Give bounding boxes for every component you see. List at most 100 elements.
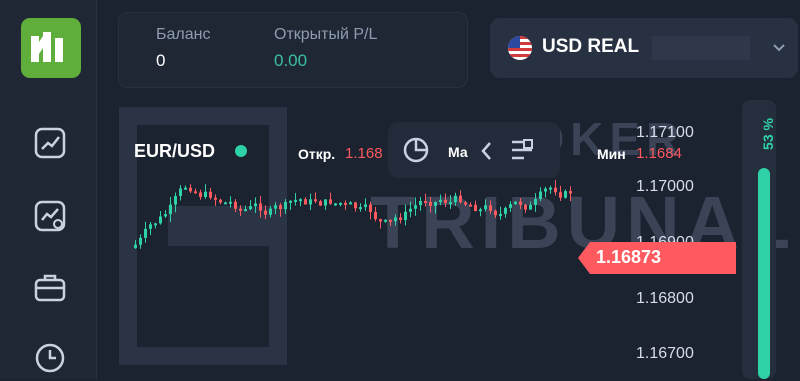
- sentiment-bar: [758, 168, 770, 379]
- min-label: Мин: [597, 146, 626, 162]
- candle-body: [379, 219, 382, 222]
- candle-body: [189, 187, 192, 192]
- candle-body: [284, 201, 287, 210]
- candle-body: [454, 195, 457, 203]
- candle-body: [269, 208, 272, 215]
- candle-body: [319, 201, 322, 206]
- candle-body: [494, 210, 497, 216]
- candle-body: [374, 211, 377, 220]
- candle-body: [464, 202, 467, 205]
- candle-body: [539, 191, 542, 199]
- candle-body: [364, 204, 367, 208]
- candle-body: [134, 244, 137, 248]
- pie-chart-icon[interactable]: [402, 136, 430, 169]
- candle-body: [389, 219, 392, 222]
- candle-body: [444, 199, 447, 204]
- candle-body: [154, 223, 157, 226]
- candle-body: [369, 204, 372, 212]
- sentiment-percent: 53 %: [759, 118, 776, 150]
- candle-body: [149, 224, 152, 229]
- candle-body: [529, 204, 532, 210]
- candle-body: [234, 201, 237, 209]
- candle-body: [564, 191, 567, 198]
- candle-body: [504, 207, 507, 214]
- candle-body: [554, 187, 557, 193]
- candle-body: [509, 204, 512, 208]
- candle-body: [309, 199, 312, 205]
- candle-body: [324, 199, 327, 206]
- candle-body: [544, 188, 547, 192]
- price-tick: 1.17100: [636, 124, 694, 141]
- live-indicator: [235, 145, 247, 157]
- candle-body: [489, 205, 492, 211]
- candle-body: [304, 199, 307, 205]
- candle-body: [394, 217, 397, 222]
- candle-body: [314, 199, 317, 202]
- open-value: 1.168: [345, 145, 383, 162]
- candle-body: [144, 228, 147, 238]
- candle-body: [569, 191, 572, 194]
- candle-body: [559, 192, 562, 198]
- candle-body: [159, 216, 162, 224]
- price-tick: 1.16800: [636, 290, 694, 307]
- price-tick: 1.17000: [636, 178, 694, 195]
- candle-body: [429, 202, 432, 206]
- candle-body: [399, 217, 402, 221]
- candle-body: [184, 187, 187, 190]
- candle-body: [469, 204, 472, 207]
- asset-pair[interactable]: EUR/USD: [134, 141, 215, 162]
- candle-body: [409, 208, 412, 212]
- candle-body: [254, 203, 257, 207]
- candle-body: [209, 191, 212, 198]
- candle-body: [194, 191, 197, 194]
- candle-body: [334, 203, 337, 206]
- candle-body: [349, 202, 352, 205]
- candle-body: [204, 191, 207, 197]
- chevron-left-icon[interactable]: [480, 140, 494, 167]
- candle-body: [289, 200, 292, 203]
- candle-body: [259, 203, 262, 211]
- candle-body: [214, 197, 217, 200]
- candle-body: [299, 199, 302, 202]
- candle-body: [384, 219, 387, 222]
- indicator-icon[interactable]: [510, 138, 536, 167]
- current-price: 1.16873: [596, 247, 662, 267]
- candle-body: [419, 200, 422, 206]
- candle-body: [264, 210, 267, 215]
- max-label: Ма: [448, 144, 468, 160]
- candle-body: [404, 211, 407, 221]
- open-label: Откр.: [298, 146, 336, 162]
- candle-body: [239, 208, 242, 211]
- candle-body: [294, 199, 297, 202]
- candle-body: [229, 201, 232, 204]
- candle-body: [139, 237, 142, 245]
- candle-body: [524, 204, 527, 210]
- candle-body: [199, 192, 202, 197]
- candle-body: [244, 209, 247, 212]
- candle-body: [439, 199, 442, 203]
- candle-body: [534, 198, 537, 205]
- candle-body: [279, 205, 282, 210]
- candle-body: [249, 206, 252, 210]
- chart-toolbar: Ма: [388, 122, 560, 178]
- candle-body: [274, 205, 277, 209]
- candle-body: [164, 214, 167, 217]
- candle-body: [484, 205, 487, 210]
- candle-body: [174, 196, 177, 205]
- current-price-tag: 1.16873: [578, 242, 736, 274]
- min-value: 1.1684: [636, 145, 682, 162]
- candle-body: [549, 187, 552, 190]
- candle-body: [414, 205, 417, 209]
- price-tick: 1.16700: [636, 345, 694, 362]
- candle-body: [519, 201, 522, 205]
- candle-body: [474, 204, 477, 212]
- candle-body: [339, 202, 342, 205]
- candle-body: [359, 207, 362, 210]
- candle-body: [179, 188, 182, 197]
- candle-body: [479, 209, 482, 212]
- candle-body: [354, 202, 357, 209]
- candle-body: [434, 202, 437, 206]
- candle-body: [424, 200, 427, 203]
- candle-body: [514, 201, 517, 205]
- candle-body: [224, 202, 227, 205]
